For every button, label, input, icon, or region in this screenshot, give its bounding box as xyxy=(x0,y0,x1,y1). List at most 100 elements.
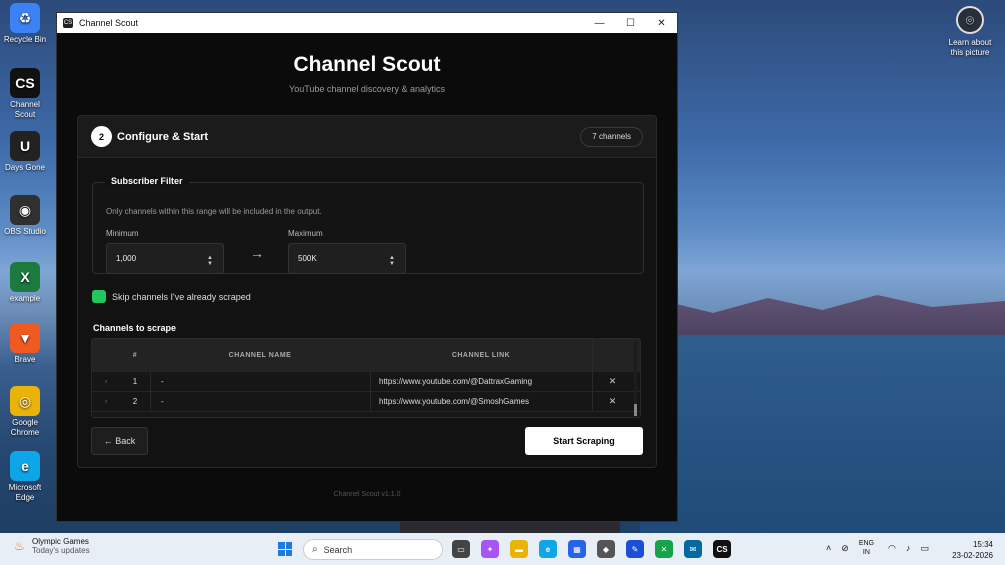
language-indicator[interactable]: ENG IN xyxy=(859,539,874,557)
desktop-icon-microsoft-edge[interactable]: e Microsoft Edge xyxy=(1,451,49,503)
channel-count-badge: 7 channels xyxy=(580,126,643,147)
copilot-icon[interactable]: ✦ xyxy=(481,540,499,558)
desktop-icon-label: OBS Studio xyxy=(4,227,46,236)
days-gone-icon: U xyxy=(10,131,40,161)
task-view-icon[interactable]: ▭ xyxy=(452,540,470,558)
battery-icon[interactable]: ▭ xyxy=(920,543,929,554)
skip-label: Skip channels I've already scraped xyxy=(112,291,251,302)
remove-row-icon[interactable]: ✕ xyxy=(592,392,632,411)
clock-date: 23-02-2026 xyxy=(952,551,993,560)
desktop-icon-obs-studio[interactable]: ◉ OBS Studio xyxy=(1,195,49,237)
desktop-icon-google-chrome[interactable]: ◎ Google Chrome xyxy=(1,386,49,438)
lang-primary: ENG xyxy=(858,540,874,547)
channels-title: Channels to scrape xyxy=(93,323,177,333)
maximum-input[interactable]: 500K ▲ ▼ xyxy=(288,243,406,274)
channel-scout-taskbar-icon[interactable]: CS xyxy=(713,540,731,558)
row-channel-name: - xyxy=(150,392,370,411)
taskbar-apps: ▭ ✦ ▬ e ▦ ◆ ✎ ✕ ✉ CS xyxy=(452,540,742,558)
desktop-icon-label: example xyxy=(9,294,41,303)
desktop-icon-label: Brave xyxy=(14,355,36,364)
background-rocks xyxy=(400,520,620,534)
news-widget[interactable]: ♨ Olympic Games Today's updates xyxy=(14,537,90,555)
no-camera-icon[interactable]: ⊘ xyxy=(841,543,849,554)
store-icon[interactable]: ▦ xyxy=(568,540,586,558)
obs-studio-icon: ◉ xyxy=(10,195,40,225)
search-placeholder: Search xyxy=(323,544,353,555)
background-sea xyxy=(640,335,1005,535)
desktop-icon-channel-scout[interactable]: CS Channel Scout xyxy=(1,68,49,120)
table-row[interactable]: › 2 - https://www.youtube.com/@SmoshGames ✕ xyxy=(92,392,640,412)
row-num: 1 xyxy=(132,377,138,386)
table-header: # CHANNEL NAME CHANNEL LINK xyxy=(92,339,640,372)
minimum-value: 1,000 xyxy=(116,254,137,263)
back-button[interactable]: ← Back xyxy=(91,427,148,455)
desktop-icon-example[interactable]: Xexample xyxy=(1,262,49,304)
col-channel-link: CHANNEL LINK xyxy=(451,352,511,359)
background-mountains xyxy=(640,295,1005,340)
editor-icon[interactable]: ✎ xyxy=(626,540,644,558)
card-header: 2 Configure & Start 7 channels xyxy=(78,116,656,158)
desktop-icon-label: Channel Scout xyxy=(10,100,40,119)
row-channel-link: https://www.youtube.com/@SmoshGames xyxy=(370,392,592,411)
spinner-icon[interactable]: ▲ ▼ xyxy=(389,255,395,267)
app-icon: CS xyxy=(63,18,73,28)
volume-icon[interactable]: ♪ xyxy=(906,543,911,553)
configure-card: 2 Configure & Start 7 channels Subscribe… xyxy=(77,115,657,468)
microsoft-edge-icon: e xyxy=(10,451,40,481)
table-scrollbar[interactable] xyxy=(634,341,637,417)
subscriber-filter: Subscriber Filter Only channels within t… xyxy=(92,176,644,274)
filter-legend: Subscriber Filter xyxy=(105,176,189,186)
desktop-icon-days-gone[interactable]: U Days Gone xyxy=(1,131,49,173)
clock-time: 15:34 xyxy=(972,540,993,549)
example-icon: X xyxy=(10,262,40,292)
expand-icon[interactable]: › xyxy=(92,379,120,385)
news-title: Olympic Games xyxy=(32,537,89,546)
minimize-button[interactable]: — xyxy=(584,13,615,33)
channels-table: # CHANNEL NAME CHANNEL LINK › 1 - https://w… xyxy=(91,338,641,418)
maximum-value: 500K xyxy=(298,254,317,263)
expand-icon[interactable]: › xyxy=(92,399,120,405)
close-button[interactable]: ✕ xyxy=(646,13,677,33)
app-window: CS Channel Scout — ☐ ✕ Channel Scout You… xyxy=(56,12,678,522)
start-scraping-button[interactable]: Start Scraping xyxy=(525,427,643,455)
maximize-button[interactable]: ☐ xyxy=(615,13,646,33)
minimum-label: Minimum xyxy=(106,229,139,238)
brave-icon: ▼ xyxy=(10,323,40,353)
taskbar-search[interactable]: ⌕ Search xyxy=(303,539,443,560)
outlook-icon[interactable]: ✉ xyxy=(684,540,702,558)
desktop-icon-label: Microsoft Edge xyxy=(8,483,42,502)
file-explorer-icon[interactable]: ▬ xyxy=(510,540,528,558)
xbox-icon[interactable]: ✕ xyxy=(655,540,673,558)
row-channel-link: https://www.youtube.com/@DattraxGaming xyxy=(370,372,592,391)
unity-icon[interactable]: ◆ xyxy=(597,540,615,558)
clock[interactable]: 15:34 23-02-2026 xyxy=(952,539,993,561)
chevron-up-icon[interactable]: ˄ xyxy=(826,543,831,553)
camera-icon: ⌾ xyxy=(956,6,984,34)
table-row[interactable]: › 1 - https://www.youtube.com/@DattraxGamin… xyxy=(92,372,640,392)
system-tray: ˄ ⊘ ENG IN ◠ ♪ ▭ xyxy=(826,539,939,557)
spinner-icon[interactable]: ▲ ▼ xyxy=(207,255,213,267)
title-bar[interactable]: CS Channel Scout — ☐ ✕ xyxy=(57,13,677,33)
minimum-input[interactable]: 1,000 ▲ ▼ xyxy=(106,243,224,274)
search-icon: ⌕ xyxy=(312,544,318,555)
table-body: › 1 - https://www.youtube.com/@DattraxGamin… xyxy=(92,372,640,412)
skip-scraped-row[interactable]: Skip channels I've already scraped xyxy=(92,290,251,303)
recycle-bin-icon: ♻ xyxy=(10,3,40,33)
learn-about-picture[interactable]: ⌾ Learn about this picture xyxy=(942,6,998,58)
card-title: Configure & Start xyxy=(117,130,209,143)
edge-icon[interactable]: e xyxy=(539,540,557,558)
learn-label: Learn about this picture xyxy=(948,38,992,57)
lang-secondary: IN xyxy=(862,549,870,556)
wifi-icon[interactable]: ◠ xyxy=(888,543,896,554)
remove-row-icon[interactable]: ✕ xyxy=(592,372,632,391)
app-subtitle: YouTube channel discovery & analytics xyxy=(289,84,445,94)
desktop-icon-recycle-bin[interactable]: ♻ Recycle Bin xyxy=(1,3,49,45)
col-num: # xyxy=(132,352,138,359)
desktop-icon-brave[interactable]: ▼ Brave xyxy=(1,323,49,365)
window-title: Channel Scout xyxy=(79,18,139,28)
torch-icon: ♨ xyxy=(14,539,25,553)
skip-checkbox[interactable] xyxy=(92,290,106,303)
start-button[interactable] xyxy=(278,542,292,556)
desktop-icon-label: Recycle Bin xyxy=(3,35,47,44)
google-chrome-icon: ◎ xyxy=(10,386,40,416)
